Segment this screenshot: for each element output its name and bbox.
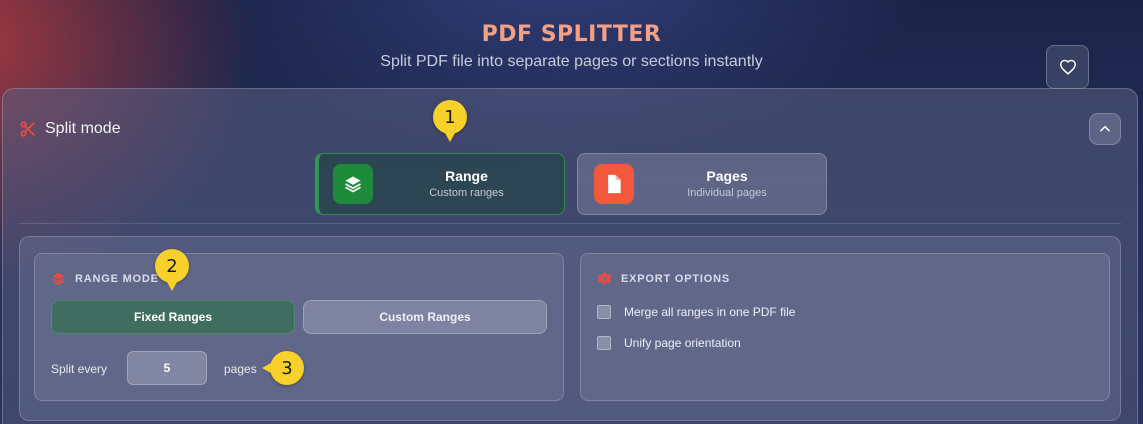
split-mode-title: Split mode <box>45 120 121 137</box>
export-options-title: EXPORT OPTIONS <box>621 272 730 285</box>
annotation-badge-1: 1 <box>433 100 467 142</box>
split-mode-range-card[interactable]: Range Custom ranges <box>315 153 565 215</box>
split-every-label: Split every <box>51 362 108 376</box>
pages-label: Pages <box>706 168 748 184</box>
unify-orientation-checkbox[interactable] <box>597 336 611 350</box>
file-icon <box>608 174 621 194</box>
export-options-header: EXPORT OPTIONS <box>597 271 730 286</box>
pages-description: Individual pages <box>687 187 767 199</box>
custom-ranges-button[interactable]: Custom Ranges <box>303 300 547 334</box>
fixed-ranges-button[interactable]: Fixed Ranges <box>51 300 295 334</box>
unify-orientation-label: Unify page orientation <box>624 336 741 350</box>
favorite-button[interactable] <box>1046 45 1089 89</box>
range-mode-header: RANGE MODE <box>51 271 159 286</box>
split-mode-pages-card[interactable]: Pages Individual pages <box>577 153 827 215</box>
annotation-badge-2: 2 <box>155 249 189 291</box>
pages-icon-box <box>594 164 634 204</box>
range-description: Custom ranges <box>429 187 504 199</box>
chevron-up-icon <box>1100 125 1110 132</box>
app-title: PDF SPLITTER <box>481 22 662 47</box>
annotation-badge-3: 3 <box>262 351 304 385</box>
merge-ranges-option[interactable]: Merge all ranges in one PDF file <box>597 305 795 319</box>
unify-orientation-option[interactable]: Unify page orientation <box>597 336 741 350</box>
merge-ranges-checkbox[interactable] <box>597 305 611 319</box>
split-every-input[interactable] <box>127 351 207 385</box>
divider <box>19 223 1121 224</box>
range-icon-box <box>333 164 373 204</box>
range-label: Range <box>445 168 488 184</box>
gear-icon <box>598 272 611 285</box>
scissors-icon <box>20 121 35 137</box>
app-subtitle: Split PDF file into separate pages or se… <box>380 53 763 70</box>
heart-icon <box>1059 59 1076 75</box>
pages-unit-label: pages <box>224 362 257 376</box>
page-header: PDF SPLITTER Split PDF file into separat… <box>0 0 1143 90</box>
collapse-button[interactable] <box>1089 113 1121 145</box>
split-mode-header: Split mode <box>19 120 121 138</box>
range-mode-title: RANGE MODE <box>75 272 159 285</box>
layers-icon <box>345 176 361 193</box>
export-options-panel: EXPORT OPTIONS Merge all ranges in one P… <box>580 253 1110 401</box>
stack-icon <box>52 272 65 285</box>
merge-ranges-label: Merge all ranges in one PDF file <box>624 305 796 319</box>
